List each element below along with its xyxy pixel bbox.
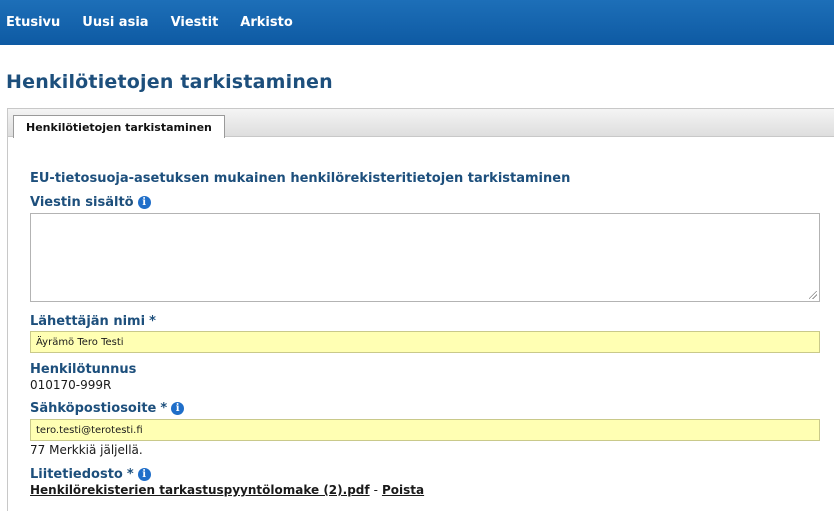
sender-name-label-text: Lähettäjän nimi [30, 314, 146, 329]
message-label-text: Viestin sisältö [30, 195, 134, 210]
nav-item-uusi-asia[interactable]: Uusi asia [82, 15, 148, 30]
attachment-row: Henkilörekisterien tarkastuspyyntölomake… [30, 483, 424, 497]
tab-henkilotietojen-tarkistaminen[interactable]: Henkilötietojen tarkistaminen [13, 115, 225, 138]
attachment-label-text: Liitetiedosto [30, 467, 123, 482]
required-mark: * [149, 314, 156, 329]
sender-name-label: Lähettäjän nimi * [30, 314, 156, 329]
required-mark: * [126, 467, 134, 482]
message-label: Viestin sisältö i [30, 195, 151, 210]
nav-item-etusivu[interactable]: Etusivu [6, 15, 60, 30]
section-title: EU-tietosuoja-asetuksen mukainen henkilö… [30, 171, 571, 186]
required-mark: * [160, 401, 168, 416]
attachment-separator: - [373, 483, 378, 497]
nav-item-viestit[interactable]: Viestit [171, 15, 219, 30]
remove-attachment-link[interactable]: Poista [382, 483, 424, 497]
personal-id-label: Henkilötunnus [30, 362, 137, 377]
personal-id-value: 010170-999R [30, 378, 112, 392]
email-chars-left: 77 Merkkiä jäljellä. [30, 443, 143, 457]
sender-name-input[interactable]: Äyrämö Tero Testi [30, 331, 820, 353]
email-label-text: Sähköpostiosoite [30, 401, 157, 416]
info-icon[interactable]: i [171, 402, 185, 415]
resize-grip-icon[interactable] [809, 291, 817, 299]
attachment-file-link[interactable]: Henkilörekisterien tarkastuspyyntölomake… [30, 483, 370, 497]
info-icon[interactable]: i [137, 468, 151, 481]
form-panel: Henkilötietojen tarkistaminen EU-tietosu… [7, 108, 834, 511]
info-icon[interactable]: i [137, 196, 151, 209]
nav-item-arkisto[interactable]: Arkisto [240, 15, 292, 30]
attachment-label: Liitetiedosto * i [30, 467, 151, 482]
message-textarea[interactable] [30, 213, 820, 302]
email-label: Sähköpostiosoite * i [30, 401, 185, 416]
email-input[interactable]: tero.testi@terotesti.fi [30, 419, 820, 441]
top-nav: Etusivu Uusi asia Viestit Arkisto [0, 0, 834, 45]
tab-strip: Henkilötietojen tarkistaminen [8, 109, 834, 138]
page-title: Henkilötietojen tarkistaminen [6, 71, 333, 93]
